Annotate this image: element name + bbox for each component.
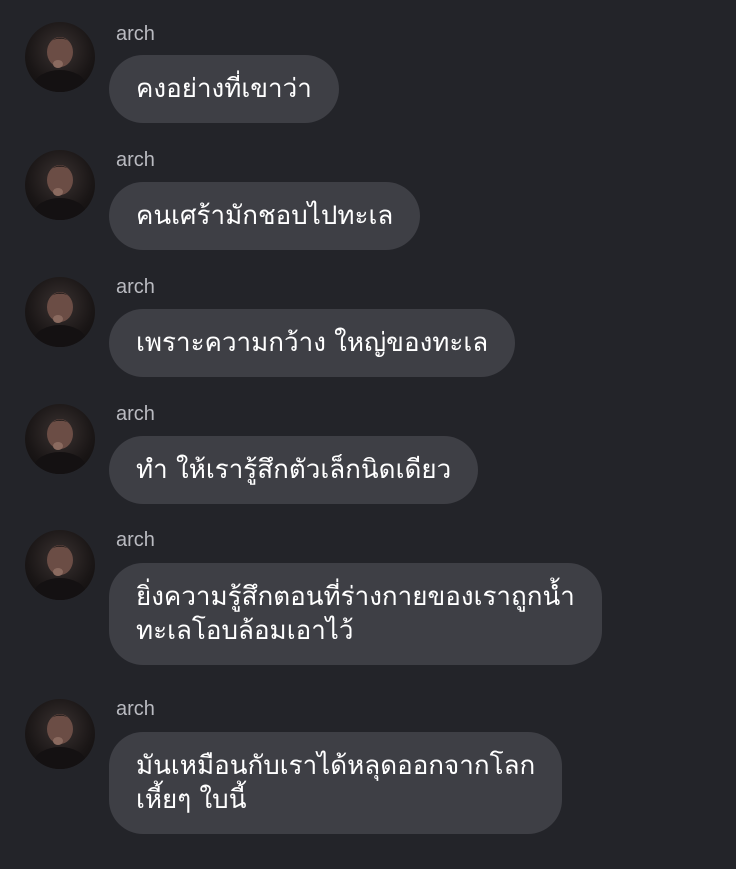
message-bubble[interactable]: มันเหมือนกับเราได้หลุดออกจากโลก เหี้ยๆ ใ…	[109, 732, 563, 834]
avatar[interactable]	[25, 277, 95, 347]
sender-name: arch	[116, 403, 155, 425]
avatar[interactable]	[25, 404, 95, 474]
sender-name: arch	[116, 276, 155, 298]
avatar[interactable]	[25, 22, 95, 92]
sender-name: arch	[116, 529, 155, 551]
avatar[interactable]	[25, 699, 95, 769]
avatar[interactable]	[25, 530, 95, 600]
sender-name: arch	[116, 698, 155, 720]
message-bubble[interactable]: คงอย่างที่เขาว่า	[109, 55, 339, 123]
message-bubble[interactable]: ทำ ให้เรารู้สึกตัวเล็กนิดเดียว	[109, 436, 479, 504]
message-bubble[interactable]: ยิ่งความรู้สึกตอนที่ร่างกายของเราถูกน้ำ …	[109, 563, 602, 665]
message-bubble[interactable]: เพราะความกว้าง ใหญ่ของทะเล	[109, 309, 516, 377]
message-bubble[interactable]: คนเศร้ามักชอบไปทะเล	[109, 182, 421, 250]
sender-name: arch	[116, 23, 155, 45]
sender-name: arch	[116, 149, 155, 171]
avatar[interactable]	[25, 150, 95, 220]
